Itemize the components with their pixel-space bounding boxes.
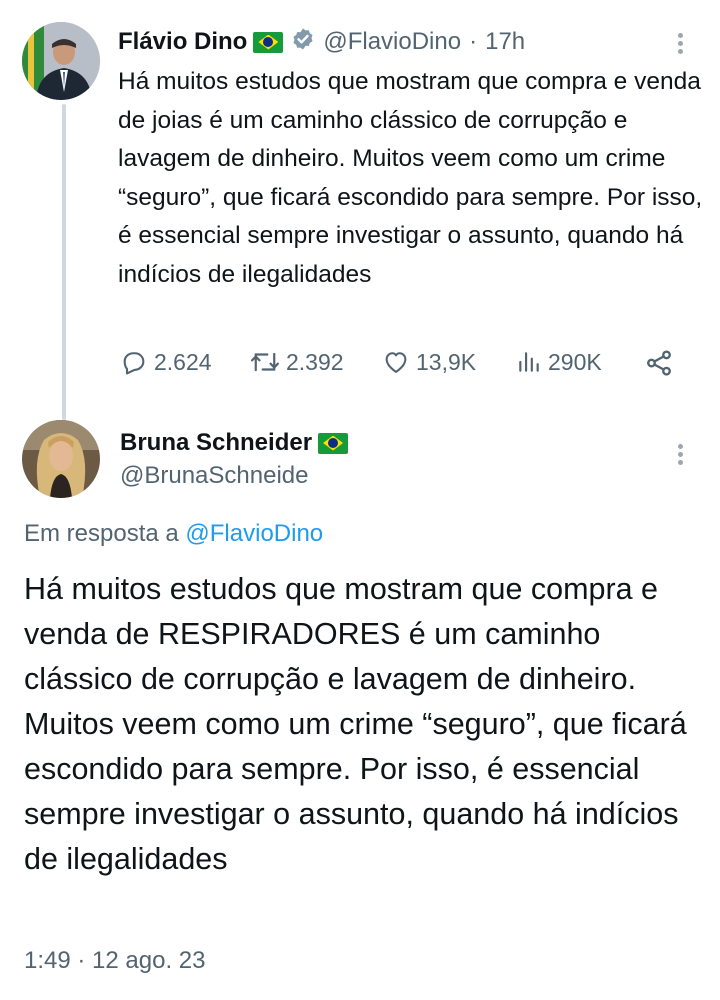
- tweet2-more-icon[interactable]: [678, 441, 686, 468]
- reply-icon: [123, 352, 145, 375]
- views-icon: [519, 352, 539, 372]
- tweet1-display-name[interactable]: Flávio Dino: [118, 28, 247, 56]
- retweet-count: 2.392: [286, 348, 344, 375]
- like-button[interactable]: 13,9K: [382, 348, 476, 376]
- thread-connector: [62, 104, 66, 420]
- reply-prefix: Em resposta a: [24, 520, 179, 547]
- tweet1-more-icon[interactable]: [678, 30, 686, 57]
- avatar-image: [22, 420, 100, 498]
- brazil-flag-icon: [253, 31, 284, 53]
- share-icon: [647, 350, 671, 376]
- brazil-flag-icon: [318, 432, 349, 454]
- avatar-image: [22, 22, 100, 100]
- like-count: 13,9K: [416, 348, 477, 375]
- tweet1-header: Flávio Dino @FlavioDino · 17h: [118, 26, 525, 58]
- views-button[interactable]: 290K: [516, 348, 602, 376]
- avatar-flavio-dino[interactable]: [22, 22, 100, 100]
- views-count: 290K: [548, 348, 602, 375]
- reply-count: 2.624: [154, 348, 212, 375]
- like-icon: [385, 352, 407, 373]
- tweet2-handle[interactable]: @BrunaSchneide: [120, 462, 308, 490]
- tweet1-separator: ·: [469, 28, 478, 55]
- reply-button[interactable]: 2.624: [120, 348, 212, 376]
- avatar-bruna-schneider[interactable]: [22, 420, 100, 498]
- verified-icon: [291, 27, 315, 58]
- tweet1-action-bar: 2.624 2.392 13,9K 290K: [120, 344, 680, 384]
- tweet2-name-row: Bruna Schneider: [120, 427, 349, 459]
- tweet1-text: Há muitos estudos que mostram que compra…: [118, 68, 703, 288]
- retweet-icon: [250, 352, 280, 372]
- reply-context: Em resposta a @FlavioDino: [24, 520, 323, 548]
- tweet2-timestamp[interactable]: 1:49 · 12 ago. 23: [24, 947, 205, 975]
- tweet1-handle[interactable]: @FlavioDino: [323, 28, 461, 56]
- tweet2-display-name[interactable]: Bruna Schneider: [120, 429, 312, 457]
- reply-to-link[interactable]: @FlavioDino: [185, 520, 323, 547]
- share-button[interactable]: [644, 348, 674, 383]
- retweet-button[interactable]: 2.392: [250, 348, 344, 376]
- tweet2-text: Há muitos estudos que mostram que compra…: [24, 572, 687, 876]
- tweet1-time[interactable]: 17h: [485, 28, 525, 56]
